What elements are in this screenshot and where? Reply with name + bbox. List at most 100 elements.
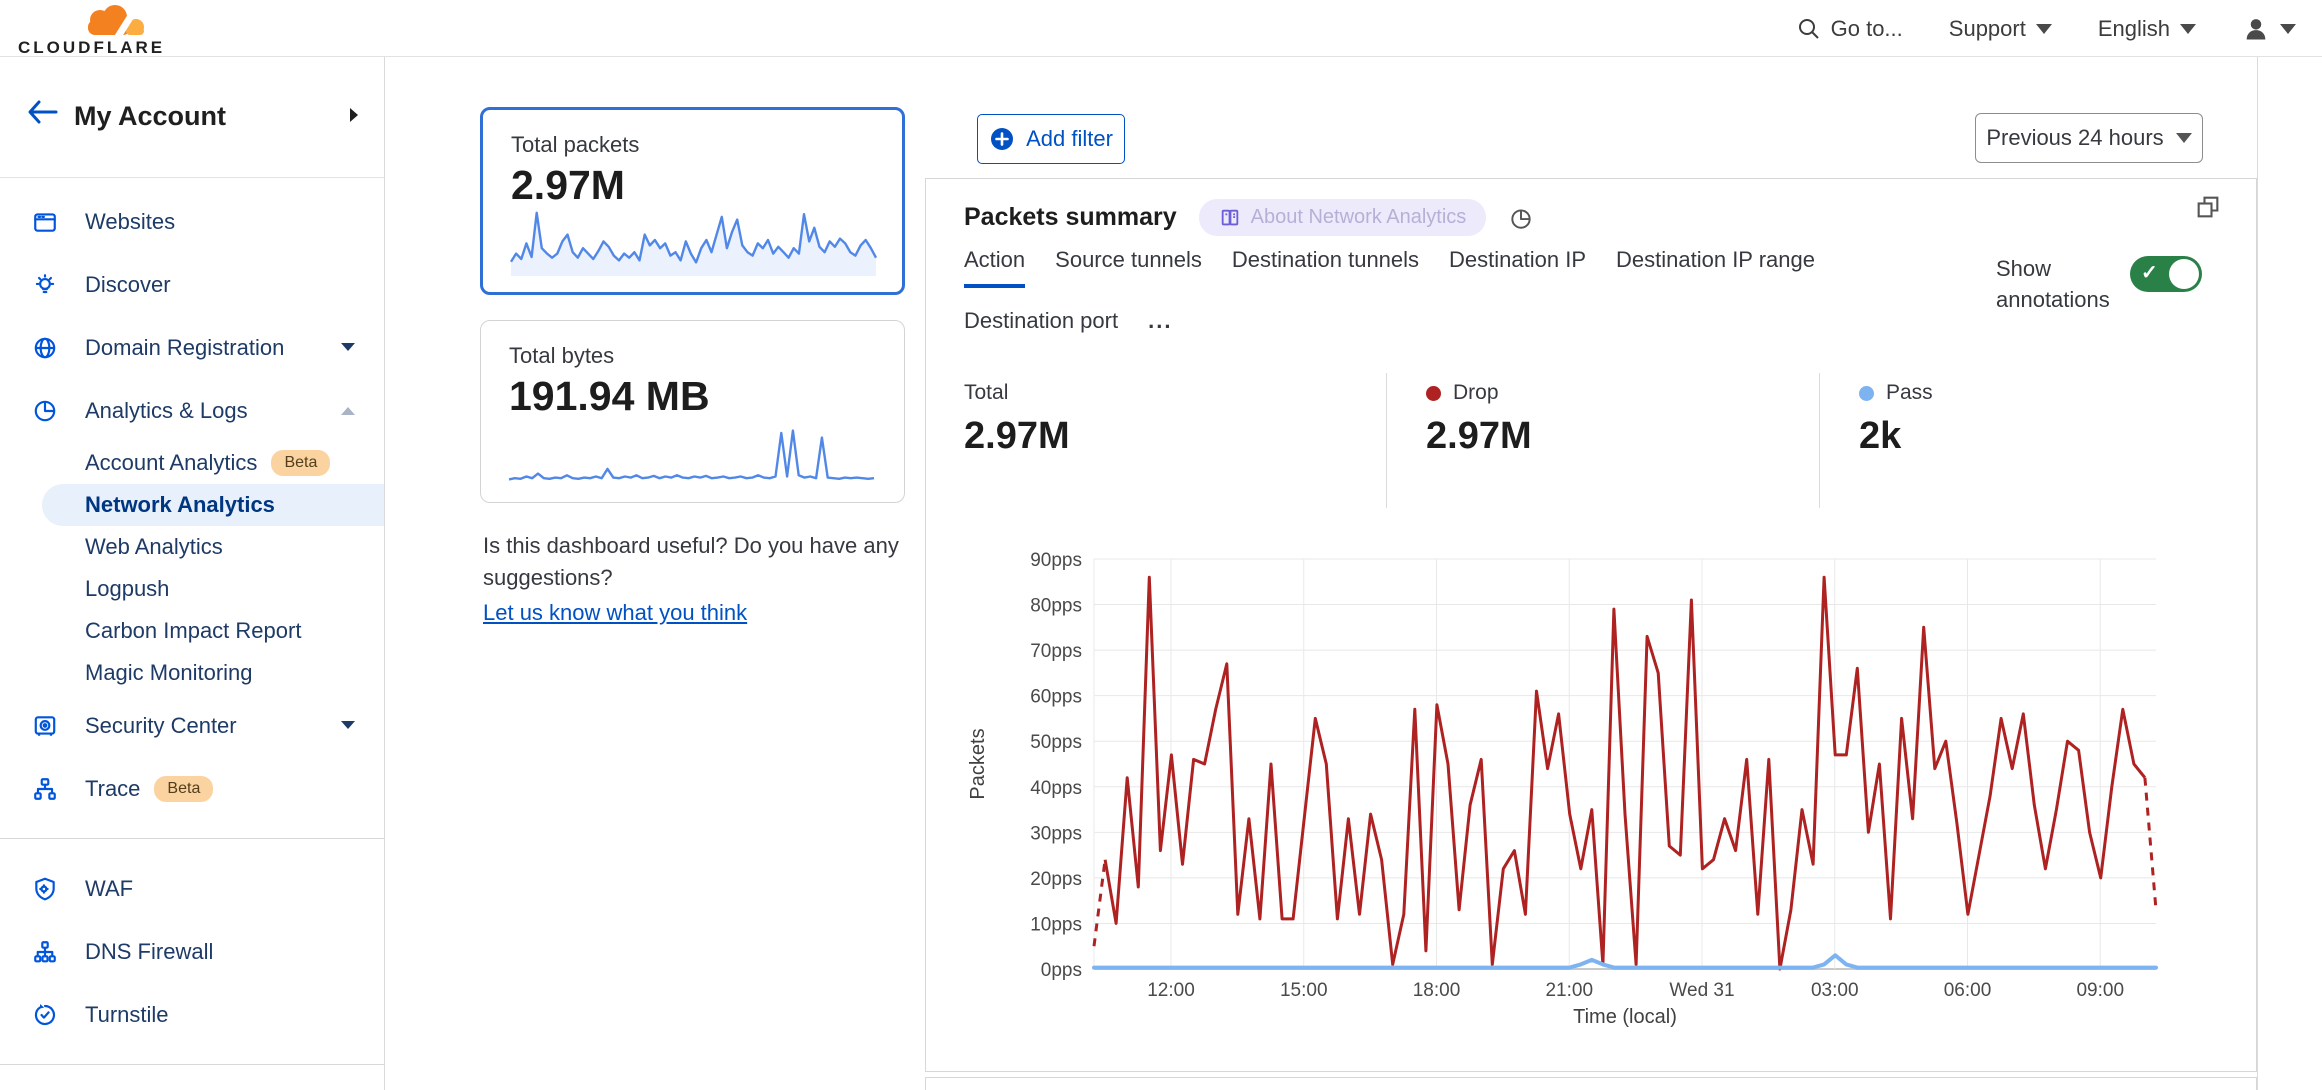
show-annotations-toggle[interactable]: ✓ <box>2130 256 2202 292</box>
tab-destination-tunnels[interactable]: Destination tunnels <box>1232 247 1419 288</box>
sidebar-item-partial[interactable] <box>0 1083 384 1090</box>
sidebar-item-label: Network Analytics <box>85 492 275 518</box>
stat-divider <box>1819 373 1820 508</box>
time-range-dropdown[interactable]: Previous 24 hours <box>1975 113 2203 163</box>
sidebar-divider <box>0 1064 384 1065</box>
support-menu[interactable]: Support <box>1949 16 2052 42</box>
sidebar-item-analytics-logs[interactable]: Analytics & Logs <box>0 379 384 442</box>
sidebar-item-label: Analytics & Logs <box>85 398 248 424</box>
feedback-link[interactable]: Let us know what you think <box>483 597 747 629</box>
svg-text:15:00: 15:00 <box>1280 980 1328 1001</box>
sidebar-item-label: Discover <box>85 272 171 298</box>
sidebar-item-label: Magic Monitoring <box>85 660 253 686</box>
card-title: Total packets <box>511 132 639 158</box>
about-network-analytics-badge[interactable]: About Network Analytics <box>1199 199 1487 236</box>
stat-pass: Pass 2k <box>1859 381 1933 458</box>
svg-text:06:00: 06:00 <box>1944 980 1992 1001</box>
back-arrow-icon[interactable] <box>26 99 60 125</box>
sidebar-item-magic-monitoring[interactable]: Magic Monitoring <box>0 652 384 694</box>
time-range-label: Previous 24 hours <box>1986 125 2163 151</box>
account-menu[interactable] <box>2242 15 2296 43</box>
svg-text:40pps: 40pps <box>1030 778 1082 799</box>
chevron-up-icon <box>340 405 356 416</box>
sidebar-item-carbon-impact-report[interactable]: Carbon Impact Report <box>0 610 384 652</box>
sidebar-item-label: Domain Registration <box>85 335 284 361</box>
sidebar-item-logpush[interactable]: Logpush <box>0 568 384 610</box>
shield-gear-icon <box>32 876 58 902</box>
sidebar-item-label: Websites <box>85 209 175 235</box>
total-packets-sparkline <box>509 200 878 278</box>
beta-badge: Beta <box>154 776 213 802</box>
tab-destination-ip[interactable]: Destination IP <box>1449 247 1586 288</box>
svg-text:10pps: 10pps <box>1030 914 1082 935</box>
svg-text:70pps: 70pps <box>1030 641 1082 662</box>
chevron-down-icon <box>340 342 356 353</box>
trace-icon <box>32 776 58 802</box>
sidebar-item-label: Logpush <box>85 576 169 602</box>
stat-divider <box>1386 373 1387 508</box>
pie-info-icon[interactable] <box>1508 205 1534 231</box>
sidebar-item-turnstile[interactable]: Turnstile <box>0 983 384 1046</box>
sidebar-item-discover[interactable]: Discover <box>0 253 384 316</box>
sidebar-item-trace[interactable]: Trace Beta <box>0 757 384 820</box>
sidebar-item-waf[interactable]: WAF <box>0 857 384 920</box>
stat-value: 2.97M <box>964 415 1070 458</box>
sidebar-item-websites[interactable]: Websites <box>0 190 384 253</box>
tab-destination-ip-range[interactable]: Destination IP range <box>1616 247 1815 288</box>
cloudflare-logo[interactable]: CLOUDFLARE <box>16 2 206 56</box>
chevron-down-icon <box>340 720 356 731</box>
feedback-block: Is this dashboard useful? Do you have an… <box>483 530 913 629</box>
sidebar-item-label: Turnstile <box>85 1002 169 1028</box>
stat-value: 2.97M <box>1426 415 1532 458</box>
sidebar-item-web-analytics[interactable]: Web Analytics <box>0 526 384 568</box>
pie-chart-icon <box>32 398 58 424</box>
sidebar-item-domain-registration[interactable]: Domain Registration <box>0 316 384 379</box>
cloudflare-cloud-icon <box>74 4 154 40</box>
panel-title: Packets summary <box>964 203 1177 232</box>
chevron-down-icon <box>2176 133 2192 143</box>
packets-time-series-chart: 0pps10pps20pps30pps40pps50pps60pps70pps8… <box>966 539 2196 1039</box>
svg-text:Time (local): Time (local) <box>1573 1006 1677 1028</box>
plus-circle-icon <box>989 126 1015 152</box>
svg-text:03:00: 03:00 <box>1811 980 1859 1001</box>
chevron-right-icon[interactable] <box>348 107 360 123</box>
svg-text:60pps: 60pps <box>1030 687 1082 708</box>
total-bytes-card[interactable]: Total bytes 191.94 MB <box>480 320 905 503</box>
goto-search[interactable]: Go to... <box>1797 16 1903 42</box>
sidebar-item-dns-firewall[interactable]: DNS Firewall <box>0 920 384 983</box>
sidebar: My Account Websites Discover <box>0 57 385 1090</box>
language-menu[interactable]: English <box>2098 16 2196 42</box>
account-title[interactable]: My Account <box>74 101 226 132</box>
expand-icon[interactable] <box>2194 193 2222 221</box>
svg-text:0pps: 0pps <box>1041 960 1082 981</box>
refresh-check-icon <box>32 1002 58 1028</box>
hierarchy-icon <box>32 939 58 965</box>
tab-destination-port[interactable]: Destination port <box>964 308 1118 349</box>
sidebar-item-security-center[interactable]: Security Center <box>0 694 384 757</box>
svg-text:Wed 31: Wed 31 <box>1669 980 1734 1001</box>
top-nav: Go to... Support English <box>1797 0 2296 57</box>
content-divider <box>2257 57 2258 1090</box>
stats-row: Total 2.97M Drop 2.97M Pass 2k <box>926 373 2258 508</box>
svg-text:Packets: Packets <box>967 728 989 799</box>
tab-source-tunnels[interactable]: Source tunnels <box>1055 247 1202 288</box>
user-icon <box>2242 15 2270 43</box>
total-packets-card[interactable]: Total packets 2.97M <box>480 107 905 295</box>
tab-action[interactable]: Action <box>964 247 1025 288</box>
tabs-overflow-button[interactable]: ... <box>1148 308 1172 349</box>
stat-label: Drop <box>1453 381 1499 405</box>
card-title: Total bytes <box>509 343 614 369</box>
add-filter-button[interactable]: Add filter <box>977 114 1125 164</box>
total-bytes-sparkline <box>507 420 876 488</box>
svg-text:30pps: 30pps <box>1030 823 1082 844</box>
svg-text:20pps: 20pps <box>1030 869 1082 890</box>
chevron-down-icon <box>2180 24 2196 34</box>
check-icon: ✓ <box>2141 260 2158 285</box>
sidebar-item-label: Carbon Impact Report <box>85 618 301 644</box>
sidebar-item-account-analytics[interactable]: Account Analytics Beta <box>0 442 384 484</box>
chevron-down-icon <box>2280 24 2296 34</box>
show-annotations-label: Show annotations <box>1996 253 2126 315</box>
sidebar-item-network-analytics[interactable]: Network Analytics <box>42 484 384 526</box>
chevron-down-icon <box>2036 24 2052 34</box>
svg-text:09:00: 09:00 <box>2076 980 2124 1001</box>
